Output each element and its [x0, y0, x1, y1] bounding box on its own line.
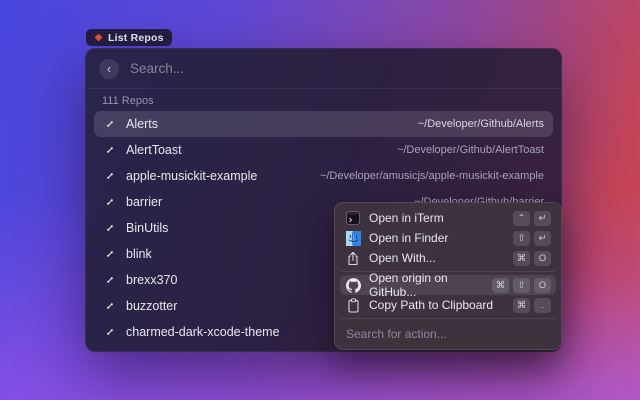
key-cap: . — [534, 298, 551, 313]
repo-icon — [103, 325, 117, 339]
key-cap: ↵ — [534, 211, 551, 226]
repo-row[interactable]: Alerts ~/Developer/Github/Alerts — [94, 111, 553, 137]
repo-name: buzzotter — [126, 299, 177, 313]
clipboard-icon — [345, 297, 361, 313]
back-button[interactable]: ‹ — [99, 59, 119, 79]
repo-path: ~/Developer/Github/AlertToast — [397, 144, 544, 156]
repo-path: ~/Developer/Github/Alerts — [418, 118, 544, 130]
repo-row[interactable]: AlertToast ~/Developer/Github/AlertToast — [94, 137, 553, 163]
shortcut-keys: ⌘O — [513, 251, 551, 266]
action-menu-item[interactable]: Open origin on GitHub... ⌘⇧O — [340, 275, 556, 295]
repo-name: Alerts — [126, 117, 158, 131]
repo-icon — [103, 351, 117, 352]
repo-icon — [103, 195, 117, 209]
repo-icon — [103, 169, 117, 183]
key-cap: ⌘ — [492, 278, 509, 293]
repo-name: blink — [126, 247, 152, 261]
action-menu-items: Open in iTerm ⌃↵ Open in Finder ⇧↵ — [340, 208, 556, 319]
search-bar: ‹ Search... — [86, 49, 561, 89]
repo-name: chaseimport — [126, 351, 194, 352]
search-input[interactable]: Search... — [130, 61, 184, 76]
breadcrumb[interactable]: List Repos — [86, 29, 172, 46]
repo-name: BinUtils — [126, 221, 168, 235]
key-cap: ↵ — [534, 231, 551, 246]
repo-name: AlertToast — [126, 143, 182, 157]
key-cap: ⇧ — [513, 231, 530, 246]
breadcrumb-label: List Repos — [108, 32, 164, 44]
action-menu-item[interactable]: Open in iTerm ⌃↵ — [340, 208, 556, 228]
shortcut-keys: ⇧↵ — [513, 231, 551, 246]
share-icon — [345, 250, 361, 266]
shortcut-keys: ⌘ ⇧ O — [492, 278, 551, 293]
repo-name: barrier — [126, 195, 162, 209]
menu-divider — [341, 318, 555, 319]
key-cap: ⌃ — [513, 211, 530, 226]
action-menu-item[interactable]: Open in Finder ⇧↵ — [340, 228, 556, 248]
desktop: { "breadcrumb": { "label": "List Repos",… — [0, 0, 640, 400]
iterm-icon — [345, 210, 361, 226]
action-label: Copy Path to Clipboard — [369, 298, 493, 312]
repo-icon — [103, 273, 117, 287]
action-menu: Open in iTerm ⌃↵ Open in Finder ⇧↵ — [334, 202, 562, 350]
action-menu-item[interactable]: Copy Path to Clipboard ⌘. — [340, 295, 556, 315]
action-menu-item[interactable]: Open With... ⌘O — [340, 248, 556, 268]
github-icon — [345, 277, 361, 293]
repo-icon — [103, 143, 117, 157]
key-cap: ⌘ — [513, 251, 530, 266]
key-cap: ⇧ — [513, 278, 530, 293]
key-cap: O — [534, 278, 551, 293]
shortcut-keys: ⌃↵ — [513, 211, 551, 226]
shortcut-keys: ⌘. — [513, 298, 551, 313]
repo-name: brexx370 — [126, 273, 177, 287]
finder-icon — [345, 230, 361, 246]
action-label: Open in Finder — [369, 231, 448, 245]
action-label: Open origin on GitHub... — [369, 271, 484, 299]
repo-path: ~/Developer/amusicjs/apple-musickit-exam… — [320, 170, 544, 182]
key-cap: ⌘ — [513, 298, 530, 313]
action-label: Open in iTerm — [369, 211, 444, 225]
repo-diamond-icon — [94, 33, 103, 42]
repo-icon — [103, 247, 117, 261]
chevron-left-icon: ‹ — [107, 60, 111, 78]
repo-icon — [103, 117, 117, 131]
action-label: Open With... — [369, 251, 436, 265]
repo-name: charmed-dark-xcode-theme — [126, 325, 280, 339]
section-header: 111 Repos — [86, 89, 561, 111]
key-cap: O — [534, 251, 551, 266]
repo-icon — [103, 299, 117, 313]
repo-row[interactable]: apple-musickit-example ~/Developer/amusi… — [94, 163, 553, 189]
repo-name: apple-musickit-example — [126, 169, 257, 183]
repo-icon — [103, 221, 117, 235]
action-search-input[interactable]: Search for action... — [340, 322, 556, 345]
